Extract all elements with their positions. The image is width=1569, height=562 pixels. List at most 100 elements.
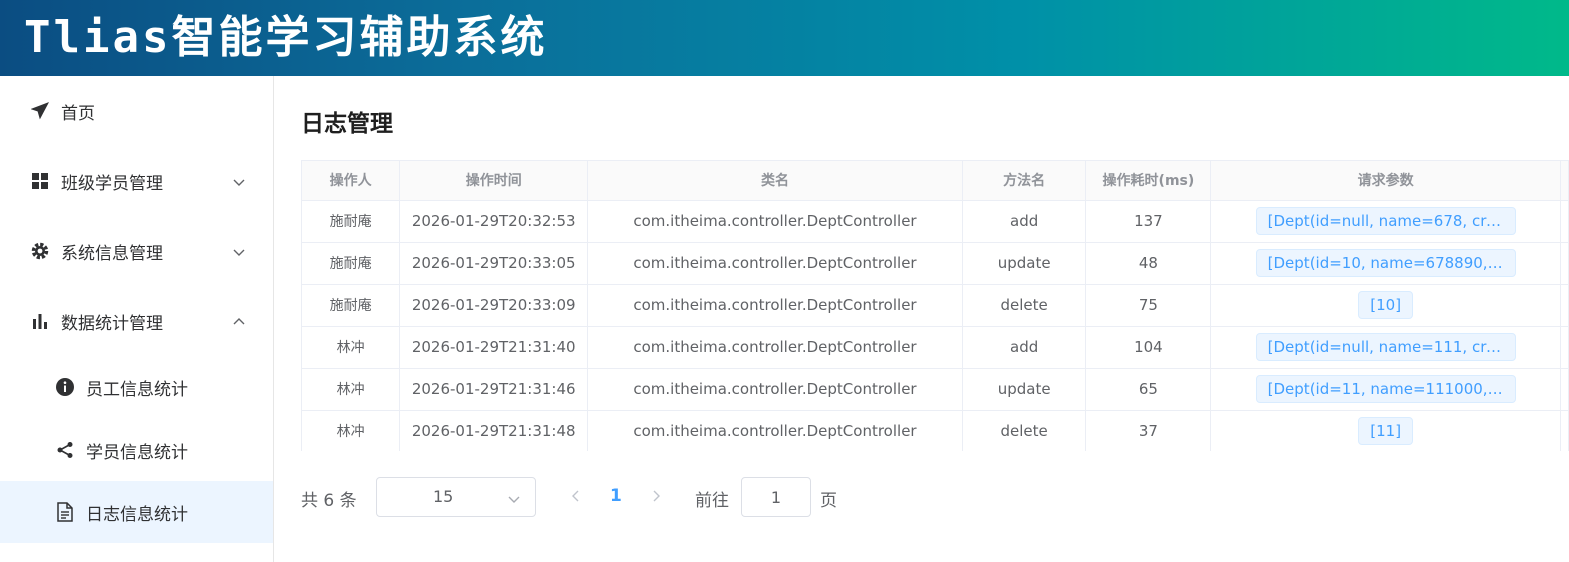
page-number-current[interactable]: 1	[610, 486, 622, 506]
column-header-time[interactable]: 操作时间	[399, 161, 589, 201]
params-tag[interactable]: [Dept(id=null, name=678, creat...	[1255, 207, 1516, 235]
cell-cost: 75	[1085, 284, 1212, 327]
sidebar-item-label: 日志信息统计	[86, 504, 188, 525]
cell-class: com.itheima.controller.DeptController	[587, 368, 963, 411]
table-row: 施耐庵 2026-01-29T20:32:53 com.itheima.cont…	[302, 200, 1569, 243]
params-tag[interactable]: [Dept(id=10, name=678890, crea...	[1255, 249, 1516, 277]
sidebar-item-home[interactable]: 首页	[0, 80, 273, 142]
goto-page-input[interactable]	[741, 477, 811, 517]
sidebar-item-label: 系统信息管理	[61, 243, 163, 264]
cell-time: 2026-01-29T20:33:05	[399, 242, 589, 285]
table-row: 林冲 2026-01-29T21:31:46 com.itheima.contr…	[302, 368, 1569, 411]
cell-overflow	[1560, 410, 1569, 451]
params-tag[interactable]: [Dept(id=11, name=111000, crea...	[1255, 375, 1516, 403]
prev-page-button[interactable]	[569, 488, 583, 504]
app-header: Tlias智能学习辅助系统	[0, 0, 1569, 76]
cell-cost: 137	[1085, 200, 1212, 243]
chevron-down-icon	[507, 491, 521, 505]
cell-operator: 林冲	[302, 326, 401, 369]
sidebar-item-label: 学员信息统计	[86, 442, 188, 463]
chevron-up-icon	[232, 314, 246, 328]
page-suffix-label: 页	[820, 491, 837, 511]
cell-overflow	[1560, 200, 1569, 243]
sidebar-item-label: 首页	[61, 103, 95, 124]
column-header-operator[interactable]: 操作人	[302, 161, 401, 201]
page-title: 日志管理	[301, 111, 393, 137]
cell-cost: 37	[1085, 410, 1212, 451]
cell-time: 2026-01-29T20:33:09	[399, 284, 589, 327]
pagination-total: 共 6 条	[301, 491, 357, 511]
column-header-params[interactable]: 请求参数	[1210, 161, 1561, 201]
table-row: 林冲 2026-01-29T21:31:40 com.itheima.contr…	[302, 326, 1569, 369]
cell-params: [11]	[1210, 410, 1561, 451]
sidebar-item-system-info[interactable]: 系统信息管理	[0, 220, 273, 282]
cell-class: com.itheima.controller.DeptController	[587, 242, 963, 285]
sidebar-item-log-stats[interactable]: 日志信息统计	[0, 481, 273, 543]
main-content: 日志管理 操作人 操作时间 类名 方法名 操作耗时(ms) 请求参数 施耐庵 2…	[275, 76, 1569, 562]
params-tag[interactable]: [10]	[1358, 291, 1414, 319]
sidebar-item-class-student[interactable]: 班级学员管理	[0, 150, 273, 212]
cell-cost: 65	[1085, 368, 1212, 411]
column-header-cost[interactable]: 操作耗时(ms)	[1085, 161, 1212, 201]
cell-time: 2026-01-29T21:31:46	[399, 368, 589, 411]
cell-operator: 施耐庵	[302, 200, 401, 243]
table-header-row: 操作人 操作时间 类名 方法名 操作耗时(ms) 请求参数	[302, 161, 1569, 201]
cell-operator: 施耐庵	[302, 242, 401, 285]
cell-overflow	[1560, 242, 1569, 285]
cell-params: [Dept(id=11, name=111000, crea...	[1210, 368, 1561, 411]
cell-method: add	[962, 326, 1087, 369]
table-row: 施耐庵 2026-01-29T20:33:05 com.itheima.cont…	[302, 242, 1569, 285]
sidebar-item-label: 员工信息统计	[86, 379, 188, 400]
chevron-down-icon	[232, 174, 246, 188]
cell-overflow	[1560, 326, 1569, 369]
cell-method: update	[962, 242, 1087, 285]
cell-params: [Dept(id=10, name=678890, crea...	[1210, 242, 1561, 285]
column-header-class[interactable]: 类名	[587, 161, 963, 201]
cell-time: 2026-01-29T21:31:40	[399, 326, 589, 369]
sidebar-item-label: 班级学员管理	[61, 173, 163, 194]
cell-time: 2026-01-29T21:31:48	[399, 410, 589, 451]
table-row: 施耐庵 2026-01-29T20:33:09 com.itheima.cont…	[302, 284, 1569, 327]
cell-overflow	[1560, 284, 1569, 327]
cell-overflow	[1560, 368, 1569, 411]
cell-operator: 施耐庵	[302, 284, 401, 327]
log-table: 操作人 操作时间 类名 方法名 操作耗时(ms) 请求参数 施耐庵 2026-0…	[301, 160, 1569, 451]
gear-icon	[30, 241, 50, 261]
info-circle-icon	[55, 377, 75, 397]
cell-method: delete	[962, 284, 1087, 327]
sidebar-item-data-stats[interactable]: 数据统计管理	[0, 290, 273, 352]
sidebar: 首页 班级学员管理 系统信息管理 数据统计管理 员工信息统计 学员信息统计 日志…	[0, 76, 274, 562]
cell-cost: 104	[1085, 326, 1212, 369]
column-header-method[interactable]: 方法名	[962, 161, 1087, 201]
cell-params: [10]	[1210, 284, 1561, 327]
cell-cost: 48	[1085, 242, 1212, 285]
bar-chart-icon	[30, 311, 50, 331]
cell-method: update	[962, 368, 1087, 411]
sidebar-item-student-stats[interactable]: 学员信息统计	[0, 419, 273, 481]
app-title: Tlias智能学习辅助系统	[24, 12, 548, 63]
next-page-button[interactable]	[649, 488, 663, 504]
cell-class: com.itheima.controller.DeptController	[587, 200, 963, 243]
cell-time: 2026-01-29T20:32:53	[399, 200, 589, 243]
cell-params: [Dept(id=null, name=678, creat...	[1210, 200, 1561, 243]
table-row: 林冲 2026-01-29T21:31:48 com.itheima.contr…	[302, 410, 1569, 451]
paper-plane-icon	[30, 101, 50, 121]
chevron-down-icon	[232, 244, 246, 258]
sidebar-item-employee-stats[interactable]: 员工信息统计	[0, 356, 273, 418]
pagination: 共 6 条 15 1 前往 页	[301, 476, 901, 518]
share-icon	[55, 440, 75, 460]
goto-label: 前往	[695, 491, 729, 511]
params-tag[interactable]: [11]	[1358, 417, 1414, 445]
page-size-select[interactable]: 15	[376, 477, 536, 517]
cell-method: delete	[962, 410, 1087, 451]
document-icon	[55, 502, 75, 522]
cell-class: com.itheima.controller.DeptController	[587, 326, 963, 369]
cell-params: [Dept(id=null, name=111, creat...	[1210, 326, 1561, 369]
column-header-overflow	[1560, 161, 1569, 201]
cell-method: add	[962, 200, 1087, 243]
params-tag[interactable]: [Dept(id=null, name=111, creat...	[1255, 333, 1516, 361]
grid-icon	[30, 171, 50, 191]
page-size-value: 15	[433, 487, 454, 506]
cell-class: com.itheima.controller.DeptController	[587, 410, 963, 451]
cell-class: com.itheima.controller.DeptController	[587, 284, 963, 327]
